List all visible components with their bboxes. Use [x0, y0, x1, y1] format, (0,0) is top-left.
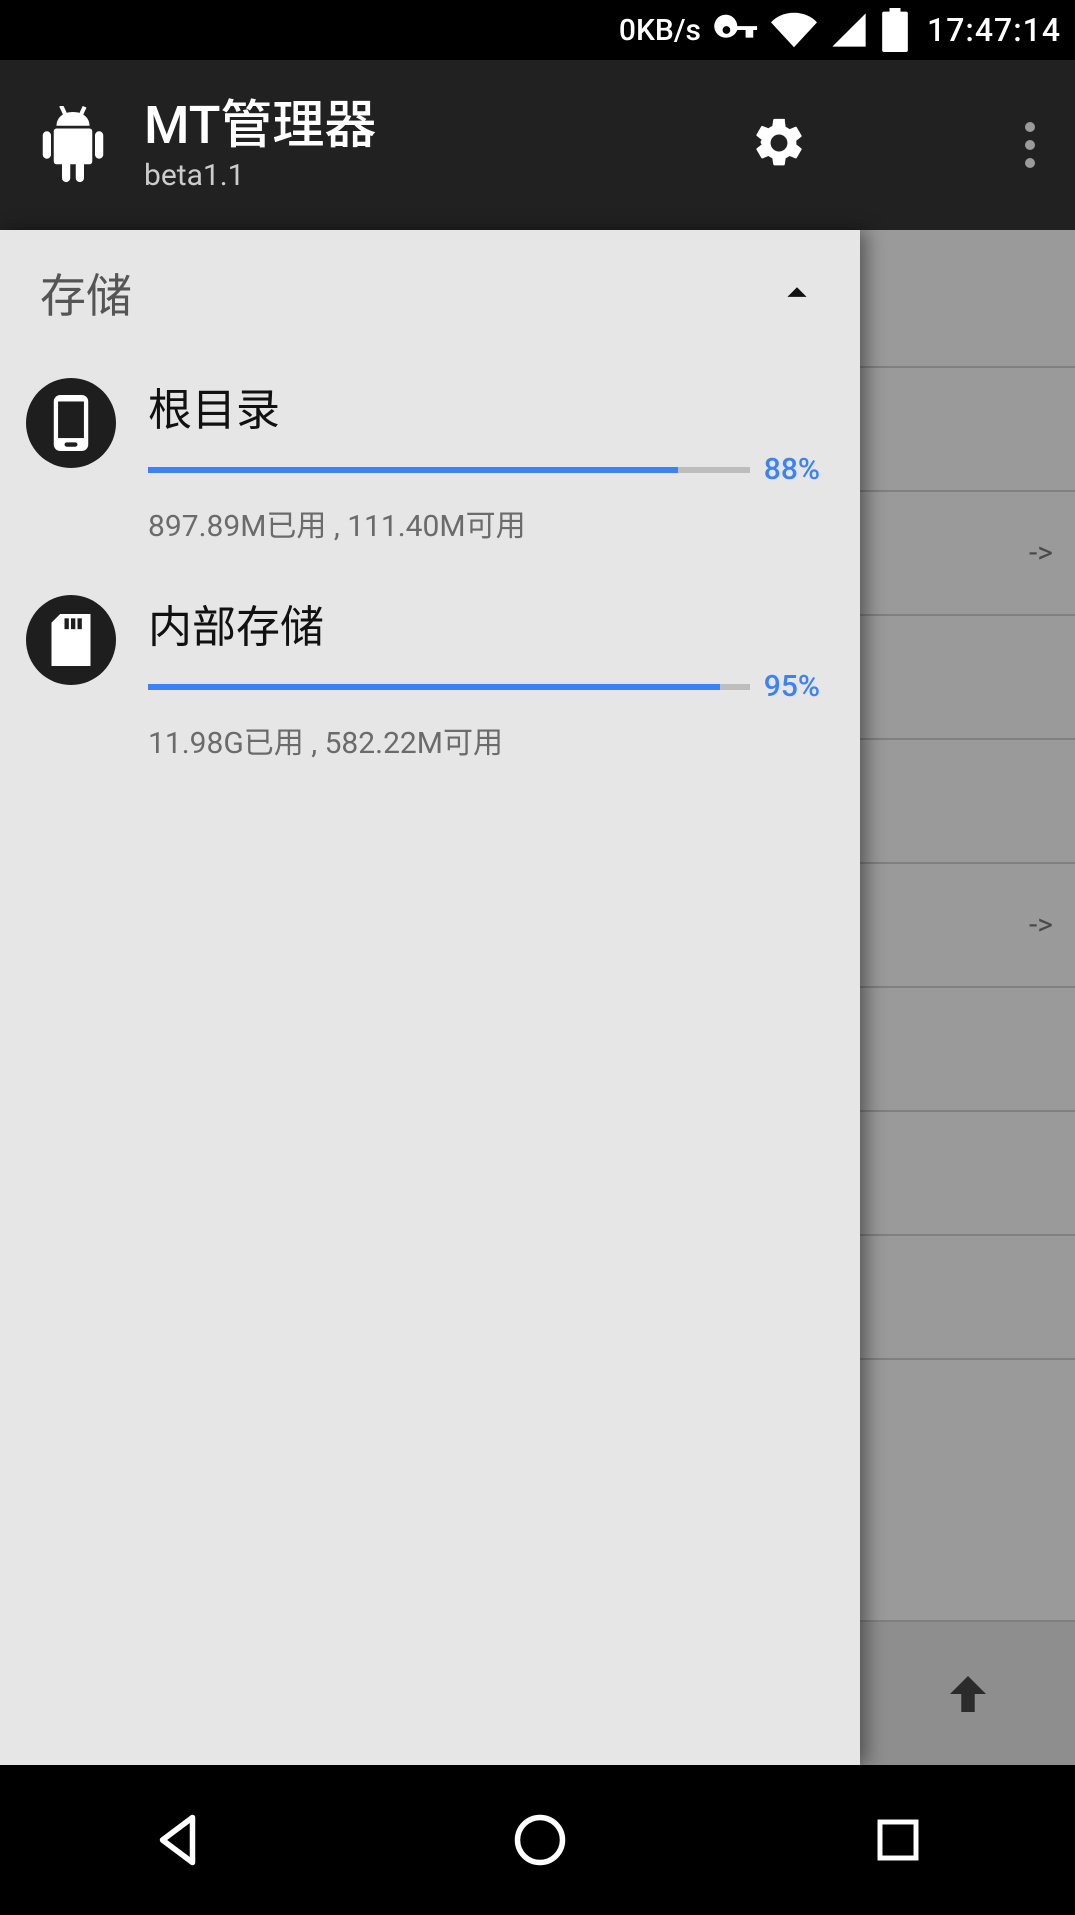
- storage-item-internal[interactable]: 内部存储 95% 11.98G已用 , 582.22M可用: [0, 573, 860, 790]
- collapse-chevron-icon: [774, 270, 820, 316]
- usage-detail: 11.98G已用 , 582.22M可用: [148, 718, 820, 762]
- list-item[interactable]: [860, 1234, 1075, 1358]
- sd-card-icon: [26, 595, 116, 685]
- app-bar: MT管理器 beta1.1: [0, 60, 1075, 230]
- navigation-drawer: 存储 根目录 88% 897.89M已用 , 111.40M可用 内部存储 95…: [0, 230, 860, 1765]
- usage-fill: [148, 684, 720, 690]
- wifi-icon: [771, 7, 817, 53]
- vpn-key-icon: [713, 7, 759, 53]
- symlink-marker: ->: [1029, 536, 1053, 571]
- android-icon: [40, 106, 106, 184]
- usage-fill: [148, 467, 678, 473]
- battery-icon: [881, 8, 909, 52]
- list-item[interactable]: [860, 738, 1075, 862]
- list-item[interactable]: [860, 1110, 1075, 1234]
- list-item[interactable]: [860, 614, 1075, 738]
- list-item[interactable]: ->: [860, 490, 1075, 614]
- symlink-marker: ->: [1029, 908, 1053, 943]
- usage-percent: 88%: [764, 452, 820, 487]
- nav-back-button[interactable]: [150, 1810, 210, 1870]
- nav-home-button[interactable]: [510, 1810, 570, 1870]
- usage-bar: [148, 684, 750, 690]
- phone-icon: [26, 378, 116, 468]
- status-bar: 0KB/s 17:47:14: [0, 0, 1075, 60]
- background-file-list: -> ->: [860, 230, 1075, 1765]
- list-item[interactable]: [860, 986, 1075, 1110]
- section-label: 存储: [40, 260, 132, 326]
- nav-recent-button[interactable]: [871, 1813, 925, 1867]
- storage-item-root[interactable]: 根目录 88% 897.89M已用 , 111.40M可用: [0, 356, 860, 573]
- settings-button[interactable]: [750, 114, 808, 176]
- usage-detail: 897.89M已用 , 111.40M可用: [148, 501, 820, 545]
- list-item[interactable]: [860, 1358, 1075, 1482]
- usage-percent: 95%: [764, 669, 820, 704]
- storage-section-header[interactable]: 存储: [0, 230, 860, 356]
- storage-name: 内部存储: [148, 591, 820, 655]
- cell-signal-icon: [829, 10, 869, 50]
- list-item[interactable]: [860, 366, 1075, 490]
- usage-bar: [148, 467, 750, 473]
- list-item[interactable]: [860, 230, 1075, 366]
- network-speed: 0KB/s: [619, 13, 701, 48]
- overflow-menu-button[interactable]: [1025, 122, 1035, 168]
- app-title: MT管理器: [144, 97, 376, 154]
- app-subtitle: beta1.1: [144, 158, 376, 193]
- system-nav-bar: [0, 1765, 1075, 1915]
- status-clock: 17:47:14: [927, 11, 1061, 49]
- list-item[interactable]: ->: [860, 862, 1075, 986]
- storage-name: 根目录: [148, 374, 820, 438]
- up-directory-button[interactable]: [860, 1620, 1075, 1765]
